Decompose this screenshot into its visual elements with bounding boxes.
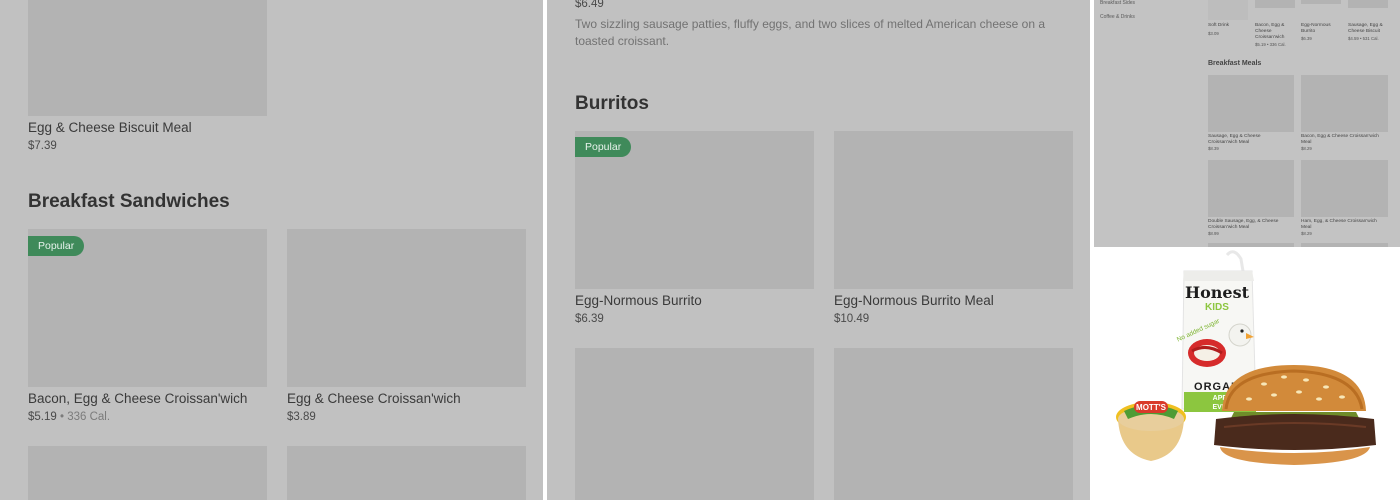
item-name[interactable]: Bacon, Egg & Cheese Croissan'wich (28, 391, 247, 406)
item-image-biscuit-meal[interactable] (28, 0, 267, 116)
popular-badge: Popular (28, 236, 85, 256)
item-price: $6.39 (1301, 36, 1312, 41)
section-title: Burritos (575, 93, 649, 114)
item-price: $6.49 (575, 0, 604, 10)
item-image[interactable] (1301, 75, 1388, 132)
item-price: $8.29 (1301, 146, 1312, 151)
item-price: $3.89 (287, 411, 316, 423)
section-title: Breakfast Meals (1208, 60, 1262, 67)
item-image[interactable] (1208, 75, 1294, 132)
juice-sub: KIDS (1205, 302, 1229, 313)
item-name[interactable]: Sausage, Egg & Cheese Croissan'wich Meal (1208, 134, 1288, 146)
item-price: $5.19 • 336 Cal. (28, 411, 110, 423)
menu-panel-burritos: $6.49 Two sizzling sausage patties, fluf… (547, 0, 1090, 500)
item-name[interactable]: Egg-Normous Burrito Meal (834, 293, 994, 308)
item-image[interactable] (1208, 160, 1294, 217)
item-price: $10.49 (834, 313, 870, 325)
item-image[interactable] (1301, 160, 1388, 217)
price-value: $5.19 (28, 411, 57, 423)
kids-meal-illustration: Honest KIDS No added sugar ORGAN APPL EV… (1116, 250, 1376, 465)
item-price: $3.09 (1208, 31, 1219, 36)
mini-menu-overview: Breakfast Sides Coffee & Drinks Soft Dri… (1094, 0, 1400, 247)
item-price: $7.39 (28, 140, 57, 152)
item-image[interactable] (1301, 243, 1388, 247)
popular-badge: Popular (575, 137, 632, 157)
item-image[interactable] (834, 348, 1073, 500)
nav-item-coffee-drinks[interactable]: Coffee & Drinks (1100, 14, 1135, 20)
item-name[interactable]: Double Sausage, Egg, & Cheese Croissan'w… (1208, 219, 1288, 231)
item-price: $8.99 (1208, 231, 1219, 236)
item-price: $6.39 (575, 313, 604, 325)
item-image[interactable] (575, 348, 814, 500)
item-price: $4.59 • 531 Cal. (1348, 36, 1379, 41)
item-name[interactable]: Bacon, Egg & Cheese Croissan'wich Meal (1301, 134, 1381, 146)
kids-meal-photo: Honest KIDS No added sugar ORGAN APPL EV… (1094, 249, 1400, 500)
item-name[interactable]: Egg-Normous Burrito (1301, 23, 1341, 35)
item-name[interactable]: Ham, Egg, & Cheese Croissan'wich Meal (1301, 219, 1381, 231)
item-price: $8.29 (1301, 231, 1312, 236)
menu-panel-breakfast-sandwiches: Egg & Cheese Biscuit Meal $7.39 Breakfas… (0, 0, 543, 500)
item-image-egg-normous-burrito-meal[interactable] (834, 131, 1073, 289)
item-image[interactable] (1301, 0, 1341, 4)
applesauce-cup-icon: MOTT'S (1116, 401, 1186, 461)
item-description: Two sizzling sausage patties, fluffy egg… (575, 17, 1046, 48)
item-name[interactable]: Egg & Cheese Croissan'wich (287, 391, 461, 406)
nav-item-breakfast-sides[interactable]: Breakfast Sides (1100, 0, 1135, 6)
item-price: $5.19 • 336 Cal. (1255, 42, 1286, 47)
item-image[interactable] (287, 446, 526, 500)
item-image[interactable] (1208, 0, 1248, 20)
item-name[interactable]: Sausage, Egg & Cheese Biscuit (1348, 23, 1390, 35)
calories: • 336 Cal. (59, 411, 111, 423)
section-title: Breakfast Sandwiches (28, 191, 230, 212)
item-image[interactable] (1255, 0, 1295, 8)
item-price: $8.39 (1208, 146, 1219, 151)
applesauce-brand: MOTT'S (1136, 403, 1167, 412)
item-name[interactable]: Egg-Normous Burrito (575, 293, 702, 308)
burger-icon (1214, 365, 1376, 465)
juice-brand: Honest (1185, 283, 1250, 302)
item-name[interactable]: Egg & Cheese Biscuit Meal (28, 120, 192, 135)
item-name[interactable]: Bacon, Egg & Cheese Croissan'wich (1255, 23, 1295, 41)
item-image[interactable] (28, 446, 267, 500)
item-name[interactable]: Soft Drink (1208, 23, 1250, 29)
item-image-egg-croissanwich[interactable] (287, 229, 526, 387)
item-image[interactable] (1208, 243, 1294, 247)
item-image[interactable] (1348, 0, 1388, 8)
